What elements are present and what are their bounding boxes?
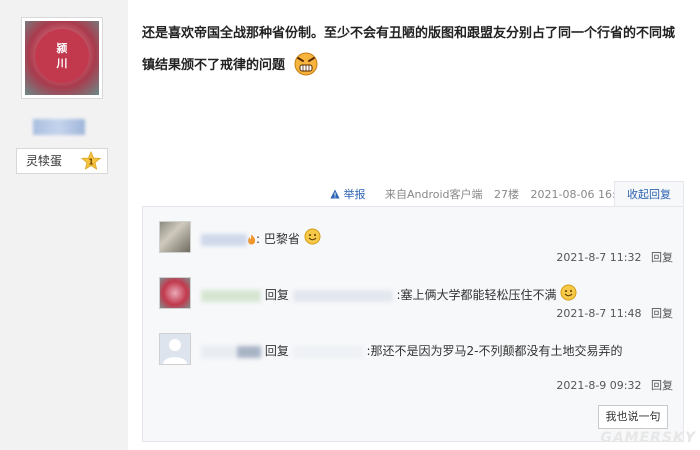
reply-prefix: 回复 (264, 288, 289, 302)
comment-item: 回复 :塞上俩大学都能轻松压住不满 2021-8-7 11:48 回复 (159, 277, 673, 323)
user-panel: 颍 川 灵犊蛋 1 (0, 0, 128, 450)
comment-text: :那还不是因为罗马2-不列颠都没有土地交易弄的 (366, 344, 623, 358)
comment-time: 2021-8-7 11:32 (556, 251, 642, 264)
comment-footer: 2021-8-7 11:48 回复 (556, 305, 673, 321)
comment-text: :塞上俩大学都能轻松压住不满 (396, 288, 557, 302)
comment-footer: 2021-8-7 11:32 回复 (556, 249, 673, 265)
comment-body: : 巴黎省 (201, 227, 671, 251)
post-floor: 27楼 (494, 188, 520, 201)
avatar-seal-char-2: 川 (56, 57, 68, 70)
comment-item: 回复 :那还不是因为罗马2-不列颠都没有土地交易弄的 2021-8-9 09:3… (159, 333, 673, 397)
post-text: 还是喜欢帝国全战那种省份制。至少不会有丑陋的版图和跟盟友分别占了同一个行省的不同… (142, 26, 676, 73)
comment-reply-link[interactable]: 回复 (651, 307, 673, 320)
post-source: 来自Android客户端 (385, 188, 483, 201)
avatar-seal: 颍 川 (35, 29, 89, 83)
commenter-avatar[interactable] (159, 221, 191, 253)
comment-footer: 2021-8-9 09:32 回复 (556, 377, 673, 393)
report-link[interactable]: 举报 (330, 188, 377, 201)
reply-prefix: 回复 (264, 344, 289, 358)
reply-target-blurred[interactable] (292, 345, 363, 358)
comment-body: 回复 :那还不是因为罗马2-不列颠都没有土地交易弄的 (201, 339, 671, 363)
post-content: 还是喜欢帝国全战那种省份制。至少不会有丑陋的版图和跟盟友分别占了同一个行省的不同… (142, 18, 682, 82)
comment-text: : 巴黎省 (256, 232, 300, 246)
user-avatar[interactable]: 颍 川 (21, 17, 103, 99)
comment-reply-link[interactable]: 回复 (651, 379, 673, 392)
comment-panel: : 巴黎省 2021-8-7 11:32 回复 回复 :塞上俩大学都能轻松压住不… (142, 206, 684, 442)
comment-time: 2021-8-9 09:32 (556, 379, 642, 392)
commenter-avatar[interactable] (159, 333, 191, 365)
add-comment-button[interactable]: 我也说一句 (598, 405, 668, 429)
comment-body: 回复 :塞上俩大学都能轻松压住不满 (201, 283, 671, 307)
flame-icon (247, 234, 256, 245)
avatar-image: 颍 川 (25, 21, 99, 95)
rank-level-number: 1 (88, 158, 94, 167)
reply-target-blurred[interactable] (292, 289, 393, 302)
commenter-name-blurred[interactable] (201, 345, 237, 358)
warning-icon (330, 189, 340, 199)
gamersky-watermark: GAMERSKY (600, 430, 696, 446)
default-user-icon (163, 339, 187, 364)
username-blurred[interactable] (33, 119, 85, 135)
comment-item: : 巴黎省 2021-8-7 11:32 回复 (159, 221, 673, 267)
angry-emoji-icon (294, 52, 318, 75)
commenter-name-blurred[interactable] (201, 233, 247, 246)
rank-label: 灵犊蛋 (26, 154, 63, 168)
comment-time: 2021-8-7 11:48 (556, 307, 642, 320)
report-label: 举报 (343, 188, 366, 201)
commenter-name-blurred-2 (237, 345, 261, 358)
avatar-seal-char-1: 颍 (56, 42, 68, 55)
user-rank-badge[interactable]: 灵犊蛋 1 (16, 148, 108, 174)
commenter-name-blurred[interactable] (201, 289, 261, 302)
commenter-avatar[interactable] (159, 277, 191, 309)
smile-emoji-icon (560, 284, 577, 301)
star-level-icon: 1 (81, 151, 101, 170)
post-meta: 举报 来自Android客户端 27楼 2021-08-06 16:10 (330, 186, 638, 202)
collapse-replies-button[interactable]: 收起回复 (614, 181, 684, 207)
comment-reply-link[interactable]: 回复 (651, 251, 673, 264)
smile-emoji-icon (304, 228, 321, 245)
